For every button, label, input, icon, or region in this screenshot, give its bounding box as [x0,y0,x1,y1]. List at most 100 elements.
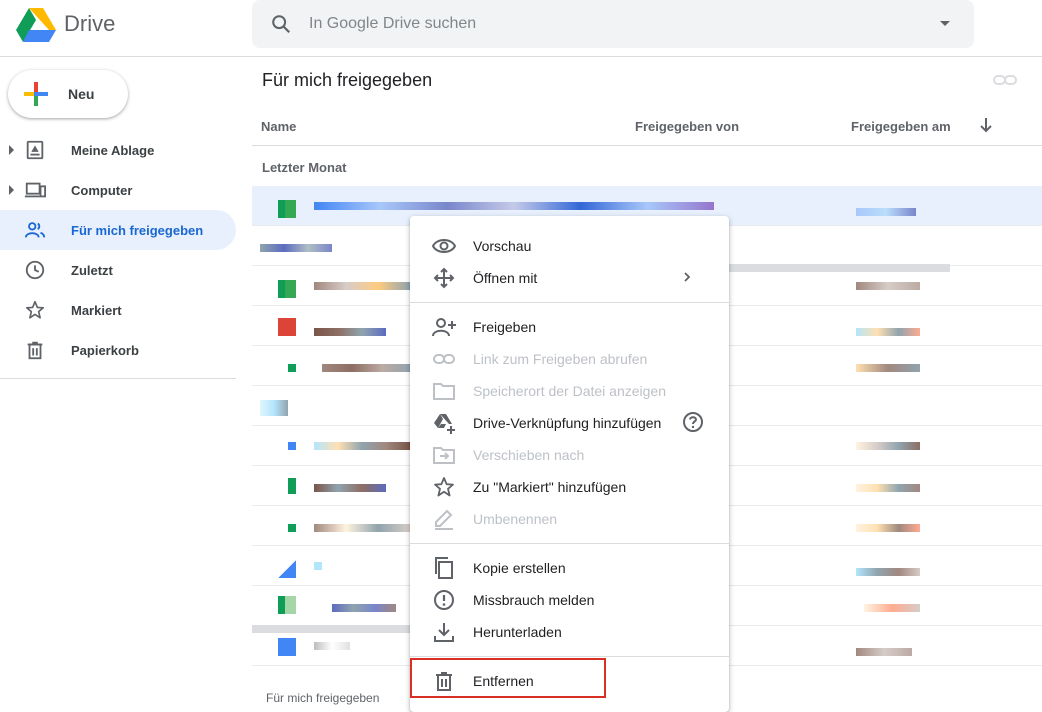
computer-icon [24,182,46,198]
shared-date-redacted [856,442,920,450]
move-to-icon [433,447,455,464]
file-name-redacted [260,400,288,416]
sidebar-item-label: Markiert [71,303,122,318]
menu-item-label: Drive-Verknüpfung hinzufügen [473,415,662,431]
expand-arrow-icon[interactable] [9,185,14,195]
search-options-icon[interactable] [940,21,950,26]
menu-separator [410,656,729,657]
sidebar-item-label: Papierkorb [71,343,139,358]
shared-date-redacted [856,328,920,336]
footer-breadcrumb: Für mich freigegeben [266,691,380,705]
file-name-redacted [314,282,410,290]
sort-arrow-down-icon[interactable] [978,116,994,134]
star-icon [434,477,454,497]
file-type-icon [278,280,296,298]
shared-icon [24,222,46,238]
file-type-icon [288,442,296,450]
shared-date-redacted [856,524,920,532]
column-name[interactable]: Name [261,119,296,134]
menu-item-label: Umbenennen [473,511,558,527]
menu-item-label: Speicherort der Datei anzeigen [473,383,667,399]
menu-item-label: Freigeben [473,319,537,335]
context-menu: Vorschau Öffnen mit Freigeben Link zum F… [410,216,729,712]
new-button[interactable]: Neu [8,70,128,118]
sidebar-divider [0,378,236,379]
drive-logo[interactable]: Drive [16,6,115,42]
help-icon[interactable] [682,411,704,433]
menu-item-add-starred[interactable]: Zu "Markiert" hinzufügen [410,471,729,503]
sidebar-item-recent[interactable]: Zuletzt [0,250,236,290]
shared-date-redacted [856,364,920,372]
file-name-redacted [314,524,410,532]
menu-item-label: Vorschau [473,238,532,254]
menu-item-report-abuse[interactable]: Missbrauch melden [410,584,729,616]
search-icon[interactable] [270,13,292,35]
file-type-icon [288,524,296,532]
file-type-icon [278,318,296,336]
app-title: Drive [64,11,116,36]
shared-date-redacted [856,282,920,290]
link-icon[interactable] [993,72,1017,88]
file-name-redacted [314,202,714,210]
link-icon [433,354,455,364]
menu-item-label: Missbrauch melden [473,592,595,608]
shared-date-redacted [856,484,920,492]
sidebar-item-label: Für mich freigegeben [71,223,204,238]
sidebar-item-my-drive[interactable]: Meine Ablage [0,130,236,170]
report-icon [434,590,454,610]
menu-separator [410,302,729,303]
menu-item-label: Verschieben nach [473,447,585,463]
file-name-redacted [260,244,332,252]
sidebar-item-label: Meine Ablage [71,143,155,158]
file-name-redacted [314,442,410,450]
sidebar-item-starred[interactable]: Markiert [0,290,236,330]
menu-item-download[interactable]: Herunterladen [410,616,729,648]
file-name-redacted [322,364,412,372]
file-name-redacted [314,328,386,336]
menu-item-label: Zu "Markiert" hinzufügen [473,479,627,495]
sidebar-nav: Meine Ablage Computer Für mich freigegeb… [0,130,236,370]
menu-item-remove[interactable]: Entfernen [410,658,729,698]
trash-icon [436,672,452,691]
menu-item-open-with[interactable]: Öffnen mit [410,262,729,294]
sidebar-item-label: Computer [71,183,133,198]
file-type-icon [288,478,296,494]
menu-item-move-to: Verschieben nach [410,439,729,471]
star-icon [25,300,45,319]
folder-icon [433,383,455,400]
sidebar-item-trash[interactable]: Papierkorb [0,330,236,370]
new-button-label: Neu [68,86,95,102]
menu-item-label: Entfernen [473,673,534,689]
file-name-redacted [314,562,322,570]
sidebar-item-computer[interactable]: Computer [0,170,236,210]
shared-date-redacted [864,604,920,612]
horizontal-scrollbar[interactable] [252,625,414,633]
file-type-icon [288,364,296,372]
menu-item-add-shortcut[interactable]: Drive-Verknüpfung hinzufügen [410,407,729,439]
pencil-icon [435,509,453,530]
shared-date-redacted [856,568,920,576]
drive-logo-icon [16,8,56,42]
menu-item-preview[interactable]: Vorschau [410,230,729,262]
menu-item-rename: Umbenennen [410,503,729,535]
clock-icon [25,260,45,280]
plus-icon [24,82,48,106]
group-label: Letzter Monat [262,160,347,175]
file-type-icon [278,638,296,656]
search-bar[interactable]: In Google Drive suchen [252,0,974,48]
file-name-redacted [314,484,386,492]
sidebar-item-shared-with-me[interactable]: Für mich freigegeben [0,210,236,250]
column-shared-on[interactable]: Freigegeben am [851,119,951,134]
menu-item-make-copy[interactable]: Kopie erstellen [410,552,729,584]
expand-arrow-icon[interactable] [9,145,14,155]
copy-icon [435,557,453,579]
column-shared-by[interactable]: Freigegeben von [635,119,739,134]
shared-date-redacted [856,208,916,216]
menu-item-share[interactable]: Freigeben [410,311,729,343]
horizontal-scrollbar[interactable] [728,264,950,272]
menu-item-label: Kopie erstellen [473,560,566,576]
menu-item-label: Öffnen mit [473,270,538,286]
search-input[interactable]: In Google Drive suchen [309,15,476,33]
trash-icon [27,341,43,360]
file-type-icon [278,560,296,578]
